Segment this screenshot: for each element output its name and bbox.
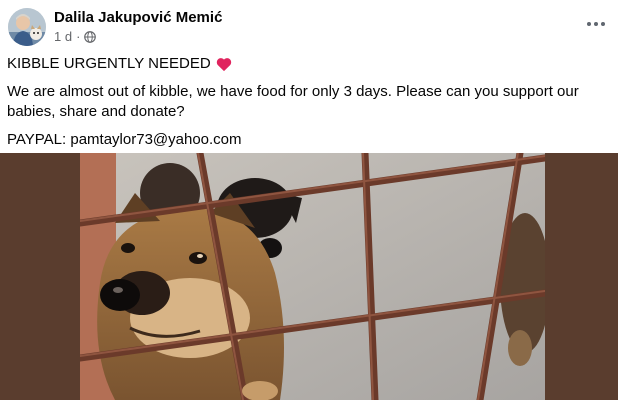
globe-icon[interactable] (84, 30, 97, 43)
post-message: We are almost out of kibble, we have foo… (7, 83, 579, 120)
more-dot (594, 22, 598, 26)
paypal-line: PAYPAL: pamtaylor73@yahoo.com (7, 131, 242, 148)
facebook-post: Dalila Jakupović Memić 1 d · KIBBLE URGE… (0, 0, 618, 400)
more-dot (587, 22, 591, 26)
dog-photo[interactable] (80, 153, 545, 400)
dog-photo-image (80, 153, 545, 400)
post-time[interactable]: 1 d (54, 29, 72, 44)
headline-text: KIBBLE URGENTLY NEEDED (7, 55, 211, 72)
post-media[interactable] (0, 153, 618, 400)
heart-icon (216, 57, 231, 71)
meta-separator: · (76, 29, 81, 44)
more-dot (601, 22, 605, 26)
post-header: Dalila Jakupović Memić 1 d · (8, 8, 608, 48)
more-options-button[interactable] (584, 16, 608, 32)
author-avatar[interactable] (8, 8, 46, 46)
post-meta: 1 d · (54, 29, 97, 44)
post-headline: KIBBLE URGENTLY NEEDED (7, 54, 611, 74)
post-text: KIBBLE URGENTLY NEEDED We are almost out… (7, 54, 611, 158)
avatar-image (8, 8, 46, 46)
author-name[interactable]: Dalila Jakupović Memić (54, 9, 222, 26)
